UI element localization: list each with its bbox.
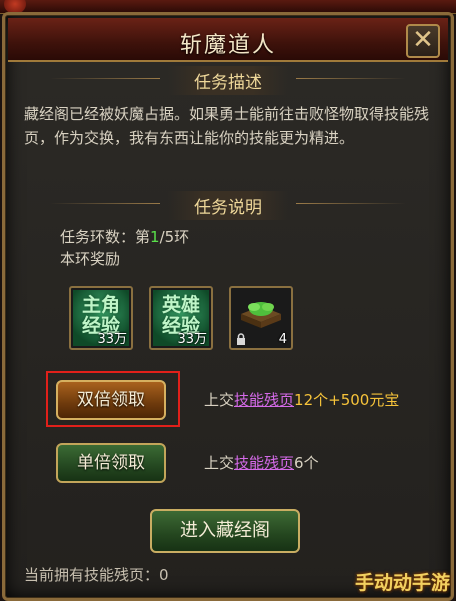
divider-line bbox=[50, 78, 160, 79]
watermark: 手动动手游 bbox=[354, 572, 450, 594]
cost-prefix: 上交 bbox=[204, 391, 235, 409]
task-info-heading: 任务说明 bbox=[168, 191, 288, 220]
divider-line bbox=[50, 203, 160, 204]
reward-count: 33万 bbox=[97, 332, 127, 347]
window-title: 斩魔道人 bbox=[179, 33, 276, 58]
enter-library-button[interactable]: 进入藏经阁 bbox=[150, 509, 300, 553]
reward-hero-exp[interactable]: 主角经验 33万 bbox=[69, 286, 133, 350]
reward-skill-book[interactable]: 4 bbox=[229, 286, 293, 350]
task-desc-header: 任务描述 bbox=[0, 64, 456, 95]
skill-page-link[interactable]: 技能残页 bbox=[234, 454, 294, 472]
task-desc-heading: 任务描述 bbox=[168, 66, 288, 95]
ring-label: 任务环数：第 bbox=[60, 228, 151, 246]
reward-label: 本环奖励 bbox=[60, 250, 121, 268]
single-claim-cost: 上交技能残页6个 bbox=[204, 452, 319, 473]
double-claim-button[interactable]: 双倍领取 bbox=[56, 380, 166, 420]
double-claim-cost: 上交技能残页12个+500元宝 bbox=[204, 389, 399, 410]
cost-prefix: 上交 bbox=[204, 454, 235, 472]
ring-total: /5环 bbox=[159, 228, 190, 246]
close-button[interactable]: ✕ bbox=[406, 24, 440, 58]
close-icon: ✕ bbox=[412, 25, 434, 55]
owned-pages-status: 当前拥有技能残页：0 bbox=[24, 566, 169, 584]
single-claim-button[interactable]: 单倍领取 bbox=[56, 443, 166, 483]
cost-amount: 6个 bbox=[294, 454, 319, 472]
task-description: 藏经阁已经被妖魔占据。如果勇士能前往击败怪物取得技能残页，作为交换，我有东西让能… bbox=[24, 105, 430, 147]
ring-count: 任务环数：第1/5环 bbox=[60, 226, 189, 247]
gold-amount: 500元宝 bbox=[340, 391, 400, 409]
divider-line bbox=[296, 203, 406, 204]
skill-page-link[interactable]: 技能残页 bbox=[234, 391, 294, 409]
skill-book-icon bbox=[241, 302, 281, 328]
task-info-header: 任务说明 bbox=[0, 189, 456, 220]
ring-current: 1 bbox=[150, 228, 160, 246]
title-bar: 斩魔道人 ✕ bbox=[8, 18, 448, 62]
reward-hero-companion-exp[interactable]: 英雄经验 33万 bbox=[149, 286, 213, 350]
reward-count: 33万 bbox=[177, 332, 207, 347]
cost-amount: 12个+ bbox=[294, 391, 341, 409]
lock-icon bbox=[237, 333, 245, 345]
divider-line bbox=[296, 78, 406, 79]
reward-count: 4 bbox=[278, 332, 287, 347]
